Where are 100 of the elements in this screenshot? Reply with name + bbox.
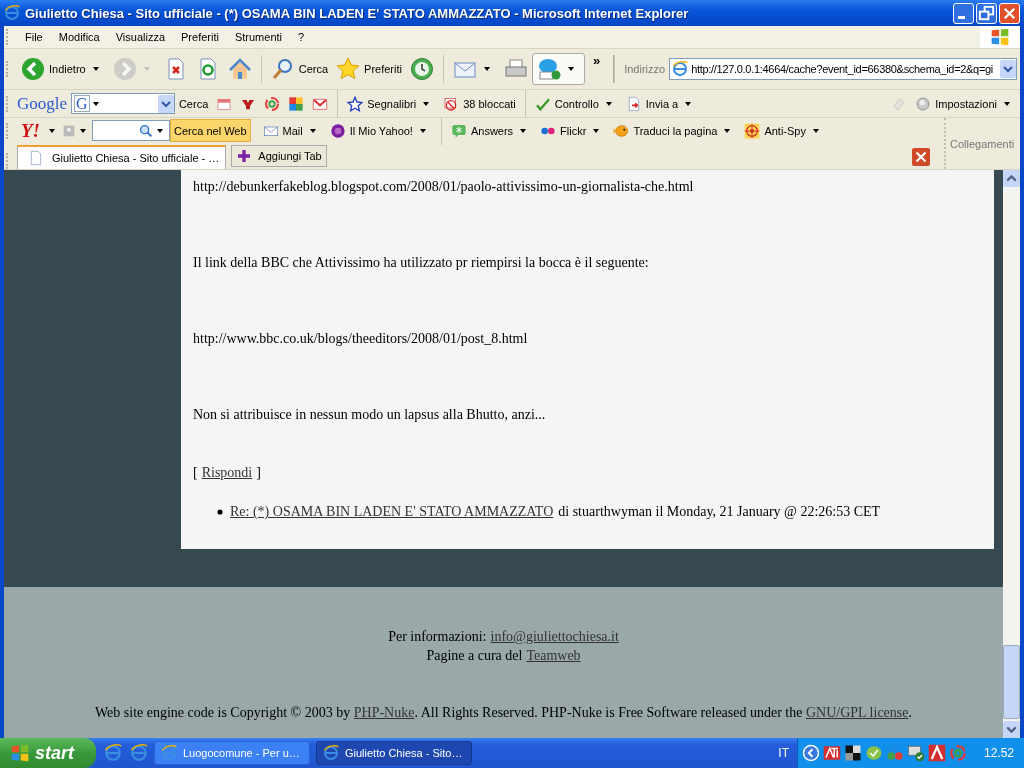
caret-icon[interactable] [592, 126, 601, 135]
window-title: Giulietto Chiesa - Sito ufficiale - (*) OSAMA BIN LADEN E' STATO AMMAZZATO - Microsoft Internet Explorer [25, 5, 690, 21]
menu-item[interactable]: File [17, 31, 51, 43]
menu-item[interactable]: Modifica [50, 31, 108, 43]
caret-icon[interactable] [566, 65, 575, 73]
address-label: Indirizzo [623, 63, 667, 75]
search-icon [270, 57, 295, 81]
add-tab-button[interactable]: Aggiungi Tab [231, 145, 327, 167]
caret-icon[interactable] [418, 126, 427, 135]
toolbar-button[interactable]: Answers [446, 120, 537, 141]
caret-icon[interactable] [723, 126, 732, 135]
caret-icon[interactable] [482, 65, 491, 73]
caret-icon[interactable] [91, 65, 100, 73]
checker-icon[interactable] [843, 744, 862, 762]
search-icon [138, 122, 154, 139]
toolbar-button[interactable]: Impostazioni [911, 93, 1020, 114]
toolbar-button[interactable]: Flickr [536, 120, 610, 141]
dropdown-icon[interactable] [157, 94, 174, 113]
toolbar-button[interactable]: Invia a [621, 93, 702, 114]
expand-icon[interactable] [801, 744, 820, 762]
caret-icon[interactable] [422, 99, 431, 108]
caret-icon[interactable] [48, 126, 56, 135]
scrollbar[interactable] [1003, 170, 1020, 738]
speech-bubble-icon [450, 122, 467, 139]
menu-item[interactable]: Preferiti [173, 31, 227, 43]
pages-label: Pagine a cura del [426, 647, 523, 665]
toolbar-button[interactable] [531, 53, 585, 85]
links-label[interactable]: Collegamenti [950, 137, 1015, 150]
browser-tab[interactable]: Giulietto Chiesa - Sito ufficiale - … [17, 145, 227, 169]
toolbar-button[interactable]: Controllo [530, 93, 622, 114]
restore-button[interactable] [976, 2, 997, 24]
menu-item[interactable]: Visualizza [107, 31, 174, 43]
search-field[interactable]: G [71, 93, 175, 114]
target-icon [744, 122, 761, 139]
info-label: Per informazioni: [388, 628, 487, 646]
start-button[interactable]: start [0, 738, 96, 768]
dropdown-icon[interactable] [1000, 60, 1016, 78]
caret-icon[interactable] [811, 126, 820, 135]
language-indicator[interactable]: IT [770, 746, 797, 760]
email-link[interactable]: info@giuliettochiesa.it [490, 627, 619, 646]
toolbar-button[interactable]: Il Mio Yahoo! [325, 120, 436, 141]
menu-item[interactable]: Strumenti [226, 31, 290, 43]
toolbar-button[interactable]: Preferiti [332, 54, 406, 84]
star-outline-icon [347, 95, 364, 112]
page-icon [672, 61, 689, 77]
window-flag-icon [10, 743, 30, 763]
search-field[interactable] [92, 120, 170, 141]
search-button[interactable]: Cerca [174, 95, 213, 112]
bracket: ] [256, 464, 261, 482]
team-link[interactable]: Teamweb [526, 646, 581, 665]
caret-icon [156, 126, 164, 135]
browser-icon[interactable] [130, 744, 148, 762]
toolbar-button[interactable]: Anti-Spy [740, 120, 829, 141]
plus-icon [236, 148, 253, 164]
caret-icon[interactable] [519, 126, 528, 135]
comment-link[interactable]: Re: (*) OSAMA BIN LADEN E' STATO AMMAZZATO [230, 503, 554, 521]
comment-meta: di stuarthwyman il Monday, 21 January @ 22:26:53 CET [558, 503, 881, 521]
toolbar-button[interactable]: Cerca [266, 54, 333, 84]
toolbar-button[interactable]: Mail [258, 120, 326, 141]
bullet-icon [217, 509, 223, 515]
computer-check-icon[interactable] [906, 744, 925, 762]
clock-icon [409, 57, 434, 81]
caret-icon[interactable] [1003, 99, 1011, 108]
close-tab-button[interactable] [912, 148, 930, 166]
google-logo: Google [17, 93, 69, 114]
caret-icon[interactable] [604, 99, 613, 108]
browser-icon[interactable] [104, 744, 122, 762]
close-button[interactable] [999, 2, 1020, 24]
bracket: [ [193, 464, 198, 482]
caret-icon[interactable] [308, 126, 317, 135]
scroll-up-icon[interactable] [1003, 170, 1020, 187]
scroll-down-icon[interactable] [1003, 721, 1020, 738]
toolbar-button[interactable]: Segnalibri [343, 93, 440, 114]
caret-icon[interactable] [79, 126, 87, 135]
page-icon [28, 150, 44, 166]
swirl-icon[interactable] [264, 95, 281, 112]
window-flag-icon [990, 27, 1010, 47]
reply-link[interactable]: Rispondi [201, 464, 253, 482]
toolbar-button[interactable]: Indietro [17, 54, 109, 84]
tray-app-icon[interactable] [822, 744, 841, 762]
browser-icon [161, 745, 177, 761]
toolbar-button[interactable]: 38 bloccati [439, 93, 520, 114]
puzzle-icon[interactable] [288, 95, 305, 112]
browser-icon [4, 5, 20, 21]
clock: 12.52 [983, 746, 1014, 760]
home-icon [227, 57, 252, 81]
menu-item[interactable]: ? [290, 31, 313, 43]
antivirus-icon[interactable] [927, 744, 946, 762]
minimize-button[interactable] [953, 2, 974, 24]
star-icon [336, 57, 361, 81]
paragraph: http://debunkerfakeblog.blogspot.com/2008/01/paolo-attivissimo-un-giornalista-che.html [193, 178, 695, 196]
scroll-thumb[interactable] [1003, 645, 1020, 719]
more-button[interactable]: » [584, 53, 609, 68]
search-web-button[interactable]: Cerca nel Web [170, 119, 251, 142]
circle-badge-icon [329, 122, 346, 139]
toolbar-button[interactable]: Traduci la pagina [609, 120, 741, 141]
taskbar-button[interactable]: Giulietto Chiesa - Sito… [316, 741, 472, 765]
caret-icon[interactable] [684, 99, 693, 108]
address-field[interactable]: http://127.0.0.1:4664/cache?event_id=66380&schema_id=2&q=gi [669, 58, 1017, 80]
taskbar-button[interactable]: Luogocomune - Per u… [154, 741, 310, 765]
